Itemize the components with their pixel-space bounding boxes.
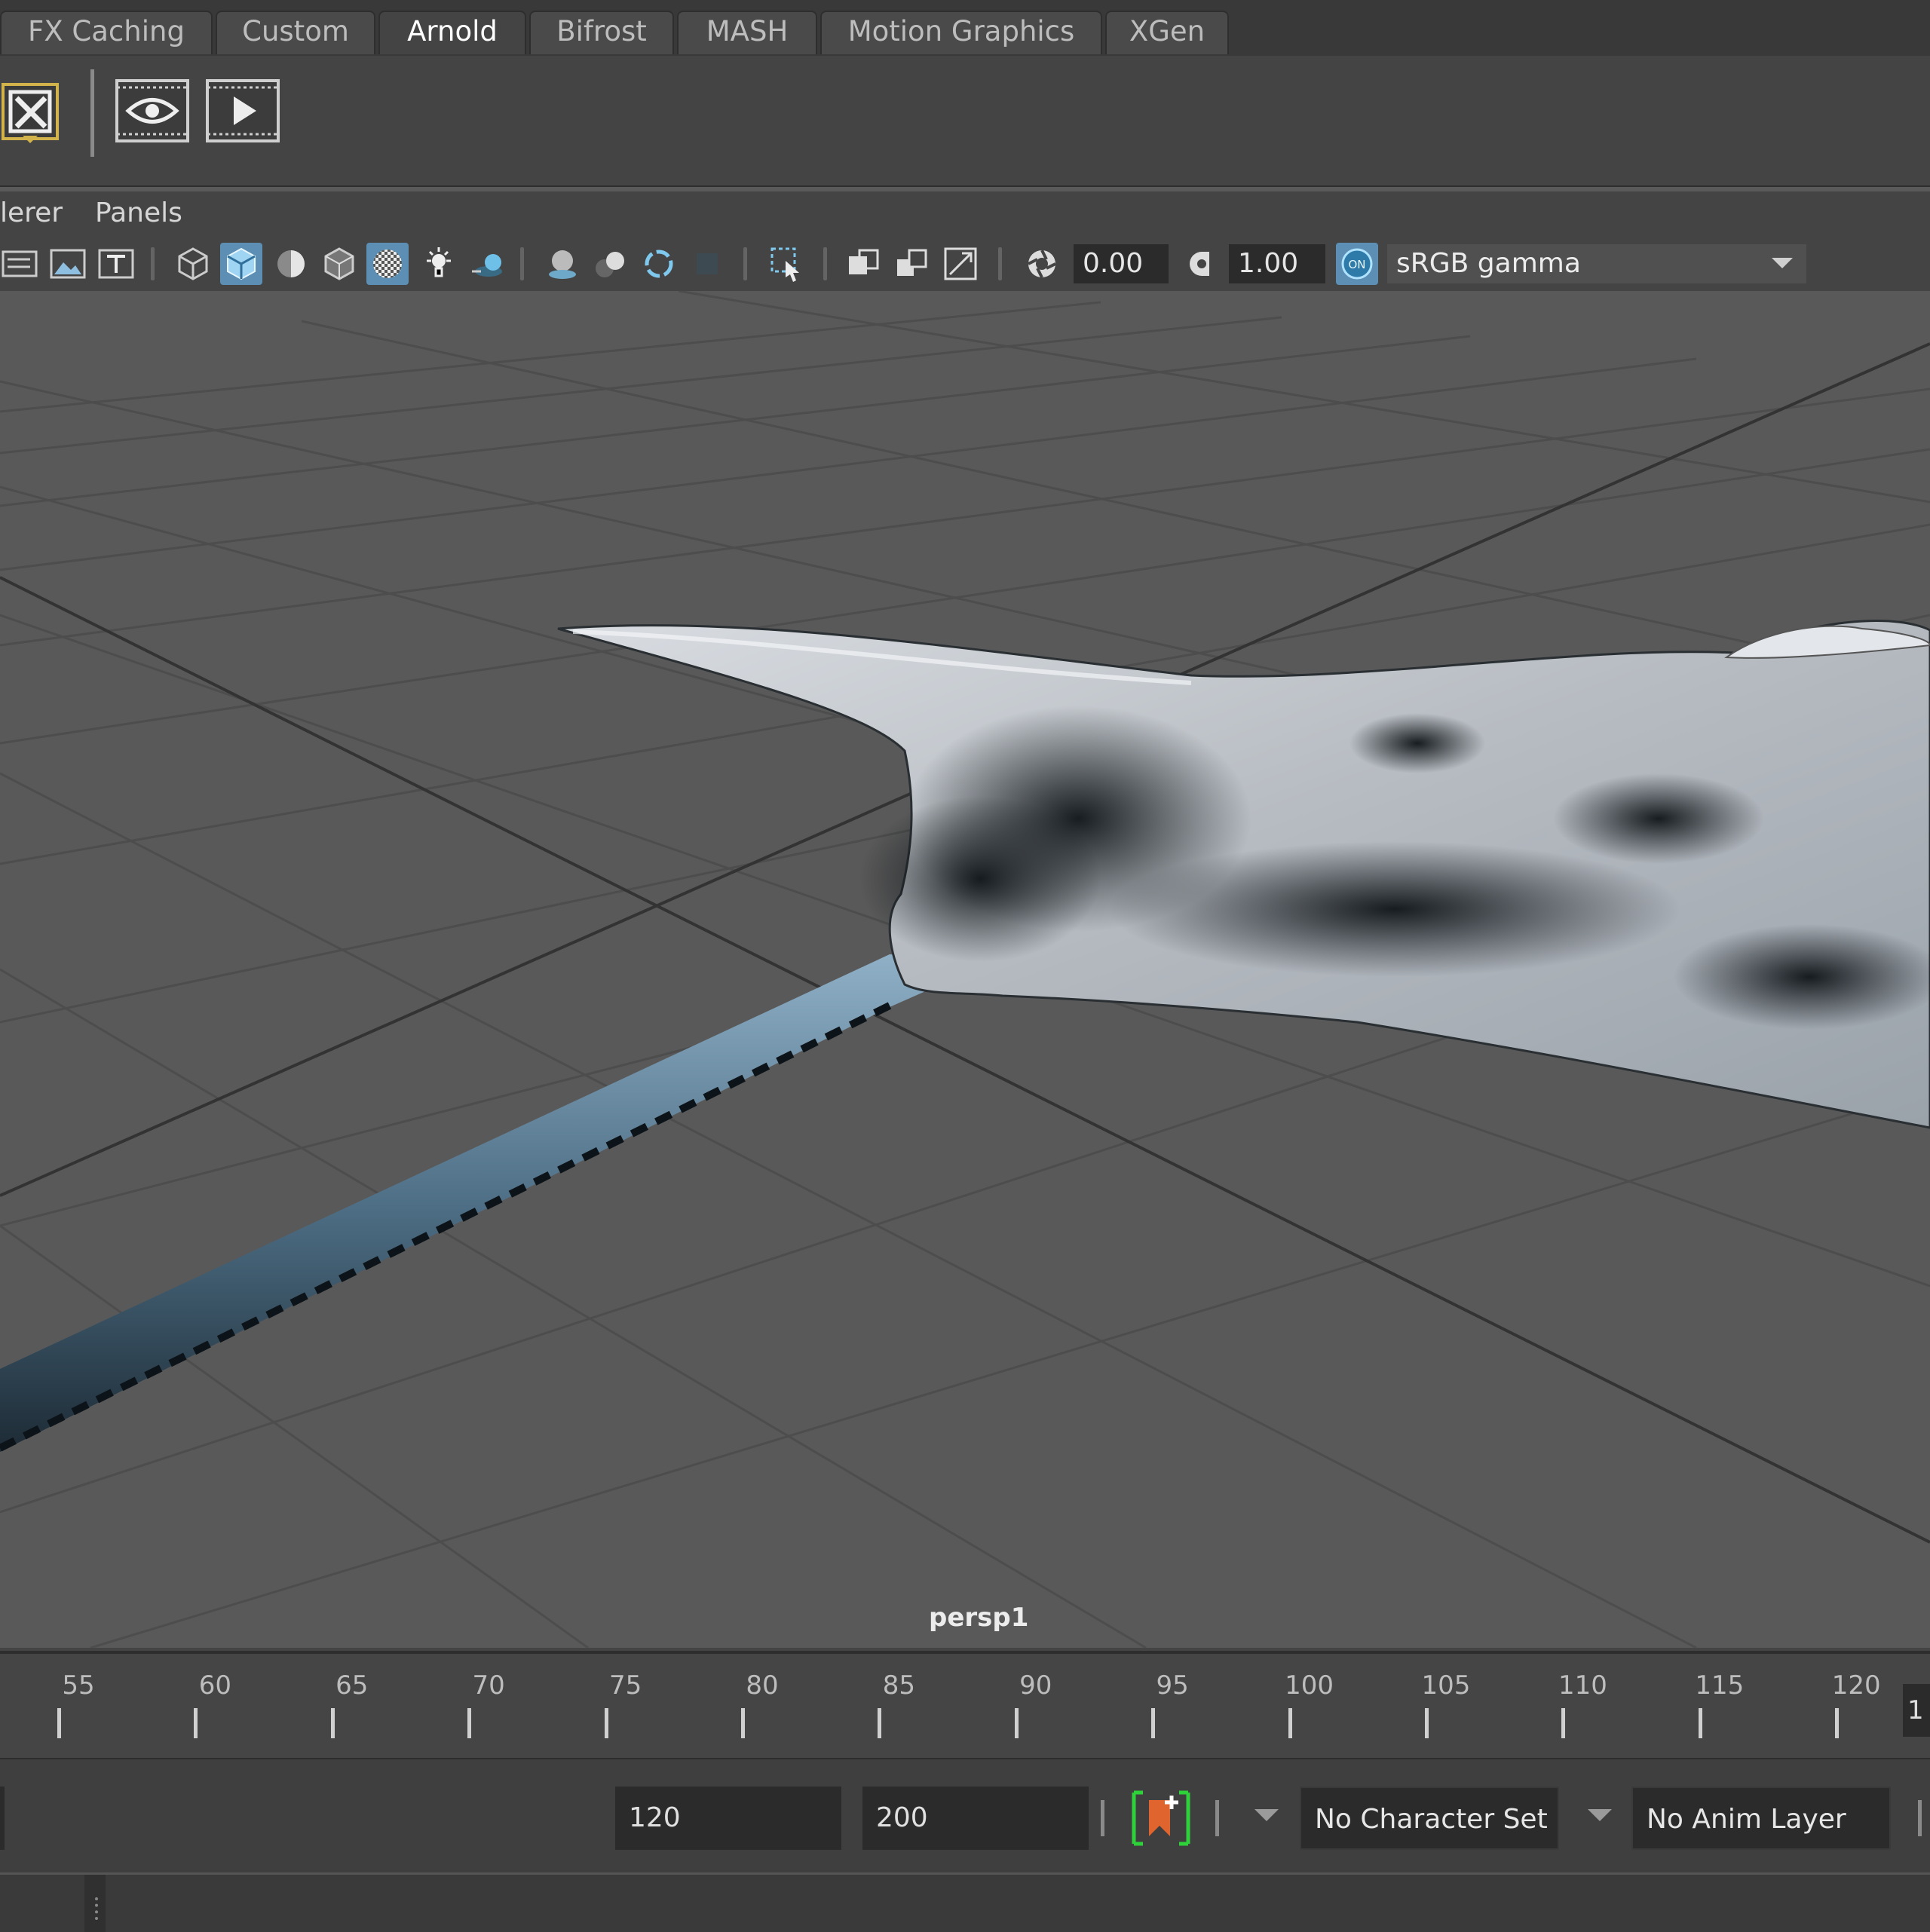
range-separator — [1215, 1800, 1219, 1836]
viewport-scene — [0, 291, 1930, 1648]
character-set-dropdown[interactable]: No Character Set — [1300, 1787, 1559, 1850]
timeline-tick-label: 90 — [1019, 1670, 1052, 1701]
text-label-icon[interactable] — [95, 243, 137, 285]
lights-icon[interactable] — [418, 243, 460, 285]
timeline-tick-label: 100 — [1285, 1670, 1334, 1701]
screen-space-ao-icon[interactable] — [541, 243, 584, 285]
color-space-dropdown-arrow[interactable] — [1757, 244, 1806, 283]
panel-toolbar: 0.00 1.00 ON sRGB gamma — [0, 237, 1930, 291]
viewport[interactable]: persp1 — [0, 291, 1930, 1648]
exposure-icon[interactable] — [1021, 243, 1063, 285]
command-line — [0, 1872, 1930, 1932]
smooth-shade-cube-icon[interactable] — [220, 243, 262, 285]
shelf-tab-mash[interactable]: MASH — [677, 11, 817, 54]
timeline-tick-mark — [330, 1708, 335, 1738]
render-view-icon[interactable] — [115, 78, 190, 143]
timeline-tick-mark — [467, 1708, 472, 1738]
command-input[interactable] — [106, 1875, 1930, 1932]
timeline-tick-label: 85 — [882, 1670, 916, 1701]
timeline-tick-label: 70 — [472, 1670, 505, 1701]
timeline-tick-label: 80 — [746, 1670, 779, 1701]
xray-joints-icon[interactable] — [891, 243, 933, 285]
toolbar-separator — [998, 247, 1002, 280]
toolbar-separator — [151, 247, 155, 280]
auto-key-button[interactable] — [1131, 1790, 1191, 1847]
animation-end-field[interactable]: 200 — [862, 1787, 1089, 1850]
anti-aliasing-icon[interactable] — [638, 243, 680, 285]
timeline-tick-mark — [878, 1708, 882, 1738]
lighting-sphere-icon[interactable] — [270, 243, 312, 285]
color-space-dropdown[interactable]: sRGB gamma — [1387, 244, 1757, 283]
menu-panels[interactable]: Panels — [95, 197, 182, 228]
timeline-tick-mark — [1014, 1708, 1019, 1738]
timeline-tick-label: 110 — [1558, 1670, 1607, 1701]
panel-menu-bar: lerer Panels — [0, 191, 1930, 237]
timeline-tick-mark — [1698, 1708, 1702, 1738]
timeline-tick-label: 105 — [1421, 1670, 1471, 1701]
color-management-toggle[interactable]: ON — [1336, 243, 1378, 285]
timeline-tick-mark — [1288, 1708, 1292, 1738]
gamma-field[interactable]: 1.00 — [1229, 244, 1325, 283]
gamma-icon[interactable] — [1179, 243, 1221, 285]
checker-texture-icon[interactable] — [366, 243, 409, 285]
range-separator — [1101, 1800, 1104, 1836]
timeline-tick-mark — [1151, 1708, 1156, 1738]
timeline-tick-mark — [57, 1708, 61, 1738]
range-slider-bar: 120 200 No Character Set No Anim Layer — [0, 1758, 1930, 1874]
wireframe-cube-icon[interactable] — [172, 243, 214, 285]
render-play-icon[interactable] — [205, 78, 280, 143]
anim-layer-dropdown[interactable]: No Anim Layer — [1631, 1787, 1891, 1850]
toolbar-separator — [823, 247, 827, 280]
toolbar-separator — [743, 247, 747, 280]
shelf-tab-bifrost[interactable]: Bifrost — [529, 11, 674, 54]
grip-handle[interactable] — [95, 1897, 101, 1920]
end-frame-field[interactable]: 120 — [615, 1787, 841, 1850]
depth-of-field-icon[interactable] — [686, 243, 728, 285]
timeline-tick-label: 65 — [335, 1670, 369, 1701]
arnold-light-icon[interactable] — [0, 81, 62, 143]
backface-culling-icon[interactable] — [939, 243, 982, 285]
motion-blur-icon[interactable] — [590, 243, 632, 285]
timeline-tick-label: 60 — [198, 1670, 232, 1701]
timeline-tick-label: 115 — [1695, 1670, 1745, 1701]
timeline-tick-mark — [194, 1708, 198, 1738]
timeline-tick-label: 95 — [1156, 1670, 1189, 1701]
camera-name-label: persp1 — [929, 1603, 1029, 1633]
xray-icon[interactable] — [843, 243, 885, 285]
menu-renderer[interactable]: lerer — [0, 197, 63, 228]
chevron-down-icon — [1772, 258, 1793, 268]
timeline-tick-mark — [1561, 1708, 1566, 1738]
image-plane-icon[interactable] — [47, 243, 89, 285]
film-gate-icon[interactable] — [0, 243, 42, 285]
shelf-tab-arnold[interactable]: Arnold — [378, 11, 526, 54]
timeline-tick-mark — [1425, 1708, 1429, 1738]
timeline-tick-mark — [741, 1708, 745, 1738]
timeline-tick-mark — [604, 1708, 608, 1738]
timeline-tick-label: 55 — [62, 1670, 95, 1701]
character-set-menu-icon[interactable] — [1254, 1809, 1279, 1821]
timeline-tick-label: 120 — [1831, 1670, 1881, 1701]
shelf-tab-motion-graphics[interactable]: Motion Graphics — [820, 11, 1102, 54]
svg-text:ON: ON — [1348, 258, 1365, 271]
script-language-toggle[interactable] — [0, 1875, 84, 1932]
timeline-tick-mark — [1835, 1708, 1840, 1738]
time-ruler[interactable]: 55 60 65 70 75 80 85 90 95 100 105 110 115 120 — [0, 1666, 1886, 1749]
textured-cube-icon[interactable] — [318, 243, 360, 285]
time-slider[interactable]: 55 60 65 70 75 80 85 90 95 100 105 110 115 120 1 — [0, 1651, 1930, 1761]
shadows-icon[interactable] — [466, 243, 508, 285]
exposure-field[interactable]: 0.00 — [1074, 244, 1169, 283]
current-frame-field[interactable]: 1 — [1903, 1684, 1930, 1737]
toolbar-separator — [520, 247, 524, 280]
shelf-tab-xgen[interactable]: XGen — [1105, 11, 1229, 54]
range-separator — [1918, 1800, 1922, 1836]
shelf-tab-fx-caching[interactable]: FX Caching — [0, 11, 213, 54]
shelf-icons — [0, 56, 1930, 185]
anim-layer-menu-icon[interactable] — [1588, 1809, 1612, 1821]
isolate-select-icon[interactable] — [766, 243, 808, 285]
timeline-tick-label: 75 — [608, 1670, 642, 1701]
range-slider-handle[interactable] — [0, 1787, 5, 1850]
shelf-tab-custom[interactable]: Custom — [216, 11, 375, 54]
shelf-separator — [90, 69, 94, 157]
shelf-tab-bar: FX Caching Custom Arnold Bifrost MASH Mo… — [0, 0, 1930, 57]
